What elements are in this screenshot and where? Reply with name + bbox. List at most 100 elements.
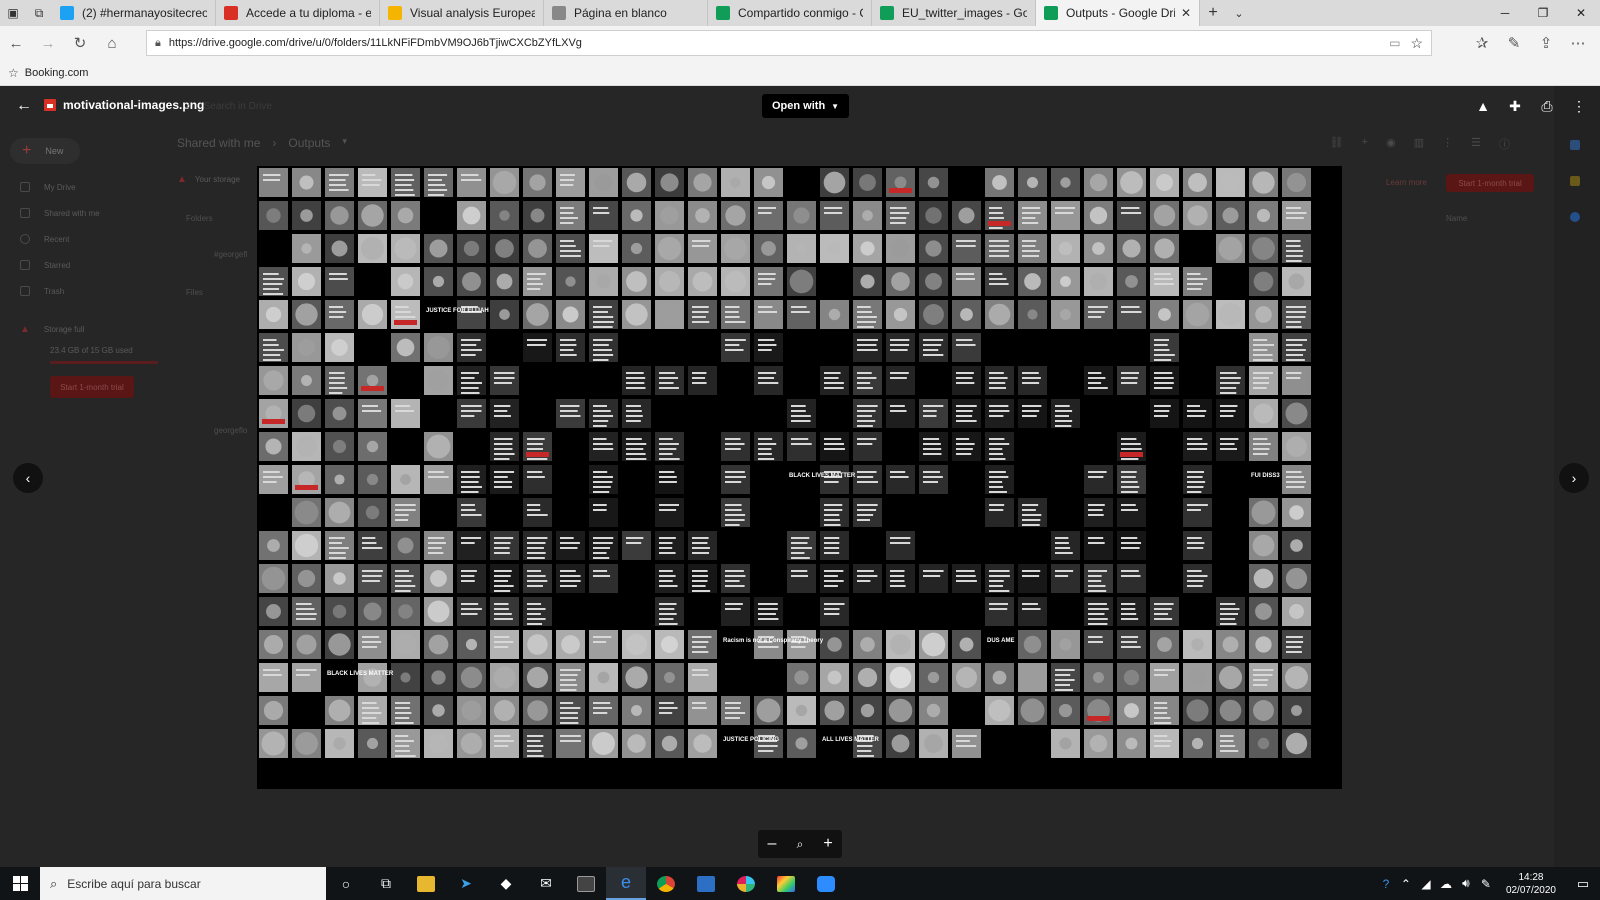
back-arrow-icon[interactable]: ←	[12, 94, 36, 118]
clock[interactable]: 14:28 02/07/2020	[1506, 871, 1556, 897]
collage-thumbnail	[424, 597, 453, 626]
previous-file-button[interactable]: ‹	[13, 463, 43, 493]
help-icon[interactable]: ?	[1376, 877, 1396, 891]
more-vert-icon[interactable]: ⋮	[1442, 136, 1453, 152]
collage-thumbnail	[1051, 696, 1080, 725]
link-icon[interactable]: ⛓	[1330, 136, 1344, 152]
notifications-icon[interactable]: ▭	[1566, 876, 1600, 892]
back-button[interactable]: ←	[0, 28, 32, 58]
browser-tab[interactable]: Accede a tu diploma - elisg:	[216, 0, 380, 26]
sidebar-item-trash[interactable]: Trash	[20, 286, 64, 296]
zoom-app-icon[interactable]	[806, 867, 846, 900]
file-item[interactable]: georgeflo	[214, 426, 247, 435]
zoom-in-button[interactable]: +	[816, 835, 840, 853]
comment-icon[interactable]: ✚	[1502, 94, 1528, 118]
browser-tab[interactable]: Outputs - Google Drive ✕	[1036, 0, 1200, 26]
refresh-button[interactable]: ↻	[64, 28, 96, 58]
collage-thumbnail	[523, 696, 552, 725]
store-icon[interactable]	[566, 867, 606, 900]
info-icon[interactable]: ⓘ	[1499, 136, 1510, 152]
trash-icon[interactable]: ▥	[1414, 136, 1424, 152]
browser-tab[interactable]: Compartido conmigo - Goo	[708, 0, 872, 26]
sidebar-item-recent[interactable]: Recent	[20, 234, 69, 244]
more-menu-icon[interactable]: ⋯	[1562, 28, 1594, 58]
photos-icon[interactable]	[686, 867, 726, 900]
tasks-icon[interactable]	[1570, 212, 1580, 222]
tabs-aside-icon[interactable]: ⧉	[26, 0, 52, 26]
keep-icon[interactable]	[1570, 176, 1580, 186]
open-with-button[interactable]: Open with ▼	[762, 94, 850, 118]
browser-tab[interactable]: Página en blanco	[544, 0, 708, 26]
pen-icon[interactable]: ✎	[1498, 28, 1530, 58]
chrome-icon[interactable]	[646, 867, 686, 900]
browser-tab[interactable]: Visual analysis European Un	[380, 0, 544, 26]
tab-list-chevron-icon[interactable]: ⌄	[1226, 0, 1252, 26]
collage-thumbnail	[787, 234, 816, 263]
task-view-icon[interactable]: ⧉	[366, 867, 406, 900]
breadcrumb-item[interactable]: Outputs	[288, 136, 330, 150]
dropbox-icon[interactable]: ◆	[486, 867, 526, 900]
sidebar-label: Shared with me	[44, 208, 100, 218]
favorite-star-icon[interactable]: ☆	[1410, 35, 1423, 52]
slack-icon[interactable]	[726, 867, 766, 900]
restore-button[interactable]: ❐	[1524, 0, 1562, 26]
share-icon[interactable]: ⇪	[1530, 28, 1562, 58]
start-trial-button[interactable]: Start 1-month trial	[50, 376, 134, 398]
reading-view-icon[interactable]: ▭	[1389, 36, 1400, 50]
tab-actions-icon[interactable]: ▣	[0, 0, 26, 26]
print-icon[interactable]: ⎙	[1534, 94, 1560, 118]
mail-icon[interactable]: ✉	[526, 867, 566, 900]
eye-icon[interactable]: ◉	[1386, 136, 1396, 152]
onedrive-icon[interactable]: ☁	[1436, 877, 1456, 891]
zoom-out-button[interactable]: –	[760, 835, 784, 853]
learn-more-link[interactable]: Learn more	[1386, 178, 1427, 187]
cortana-icon[interactable]: ○	[326, 867, 366, 900]
sidebar-item-starred[interactable]: Starred	[20, 260, 70, 270]
next-file-button[interactable]: ›	[1559, 463, 1589, 493]
folder-item[interactable]: #georgefl	[214, 250, 247, 259]
start-trial-button[interactable]: Start 1-month trial	[1446, 174, 1534, 192]
collage-thumbnail	[259, 201, 288, 230]
visual-studio-code-icon[interactable]: ➤	[446, 867, 486, 900]
name-column[interactable]: Name	[1446, 214, 1467, 223]
breadcrumb-item[interactable]: Shared with me	[177, 136, 260, 150]
collage-thumbnail	[622, 234, 651, 263]
slides-icon	[388, 6, 402, 20]
volume-icon[interactable]: 🔊︎	[1456, 876, 1476, 891]
add-person-icon[interactable]: +	[1362, 136, 1368, 152]
list-view-icon[interactable]: ☰	[1471, 136, 1481, 152]
file-explorer-icon[interactable]	[406, 867, 446, 900]
address-bar[interactable]: 🔒︎ https://drive.google.com/drive/u/0/fo…	[146, 30, 1432, 56]
minimize-button[interactable]: ─	[1486, 0, 1524, 26]
favorite-link[interactable]: Booking.com	[25, 67, 89, 79]
collage-thumbnail	[1282, 663, 1311, 692]
network-icon[interactable]: ◢	[1416, 877, 1436, 891]
sidebar-item-my-drive[interactable]: My Drive	[20, 182, 76, 192]
forward-button[interactable]: →	[32, 28, 64, 58]
calendar-icon[interactable]	[1570, 140, 1580, 150]
collage-thumbnail	[754, 333, 783, 362]
start-button[interactable]	[0, 867, 40, 900]
home-button[interactable]: ⌂	[96, 28, 128, 58]
collage-thumbnail	[1249, 696, 1278, 725]
pen-workspace-icon[interactable]: ✎	[1476, 877, 1496, 891]
more-actions-icon[interactable]: ⋮	[1566, 94, 1592, 118]
zoom-controls: – ⌕ +	[758, 830, 842, 858]
collage-thumbnail	[358, 234, 387, 263]
new-tab-button[interactable]: +	[1200, 0, 1226, 26]
close-window-button[interactable]: ✕	[1562, 0, 1600, 26]
collage-thumbnail	[655, 234, 684, 263]
edge-browser-icon[interactable]: e	[606, 867, 646, 900]
taskbar-search[interactable]: ⌕ Escribe aquí para buscar	[40, 867, 326, 900]
collage-thumbnail	[787, 300, 816, 329]
sidebar-item-shared[interactable]: Shared with me	[20, 208, 100, 218]
browser-tab[interactable]: (2) #hermanayositecreo - Bu	[52, 0, 216, 26]
add-to-drive-icon[interactable]: ▲	[1470, 94, 1496, 118]
search-input[interactable]: ⌕ Search in Drive	[178, 94, 628, 118]
favorites-icon[interactable]: ✰	[1466, 28, 1498, 58]
paint-icon[interactable]	[766, 867, 806, 900]
close-tab-icon[interactable]: ✕	[1181, 6, 1191, 20]
browser-tab[interactable]: EU_twitter_images - Google	[872, 0, 1036, 26]
chevron-up-icon[interactable]: ⌃	[1396, 877, 1416, 891]
collage-thumbnail	[622, 366, 651, 395]
